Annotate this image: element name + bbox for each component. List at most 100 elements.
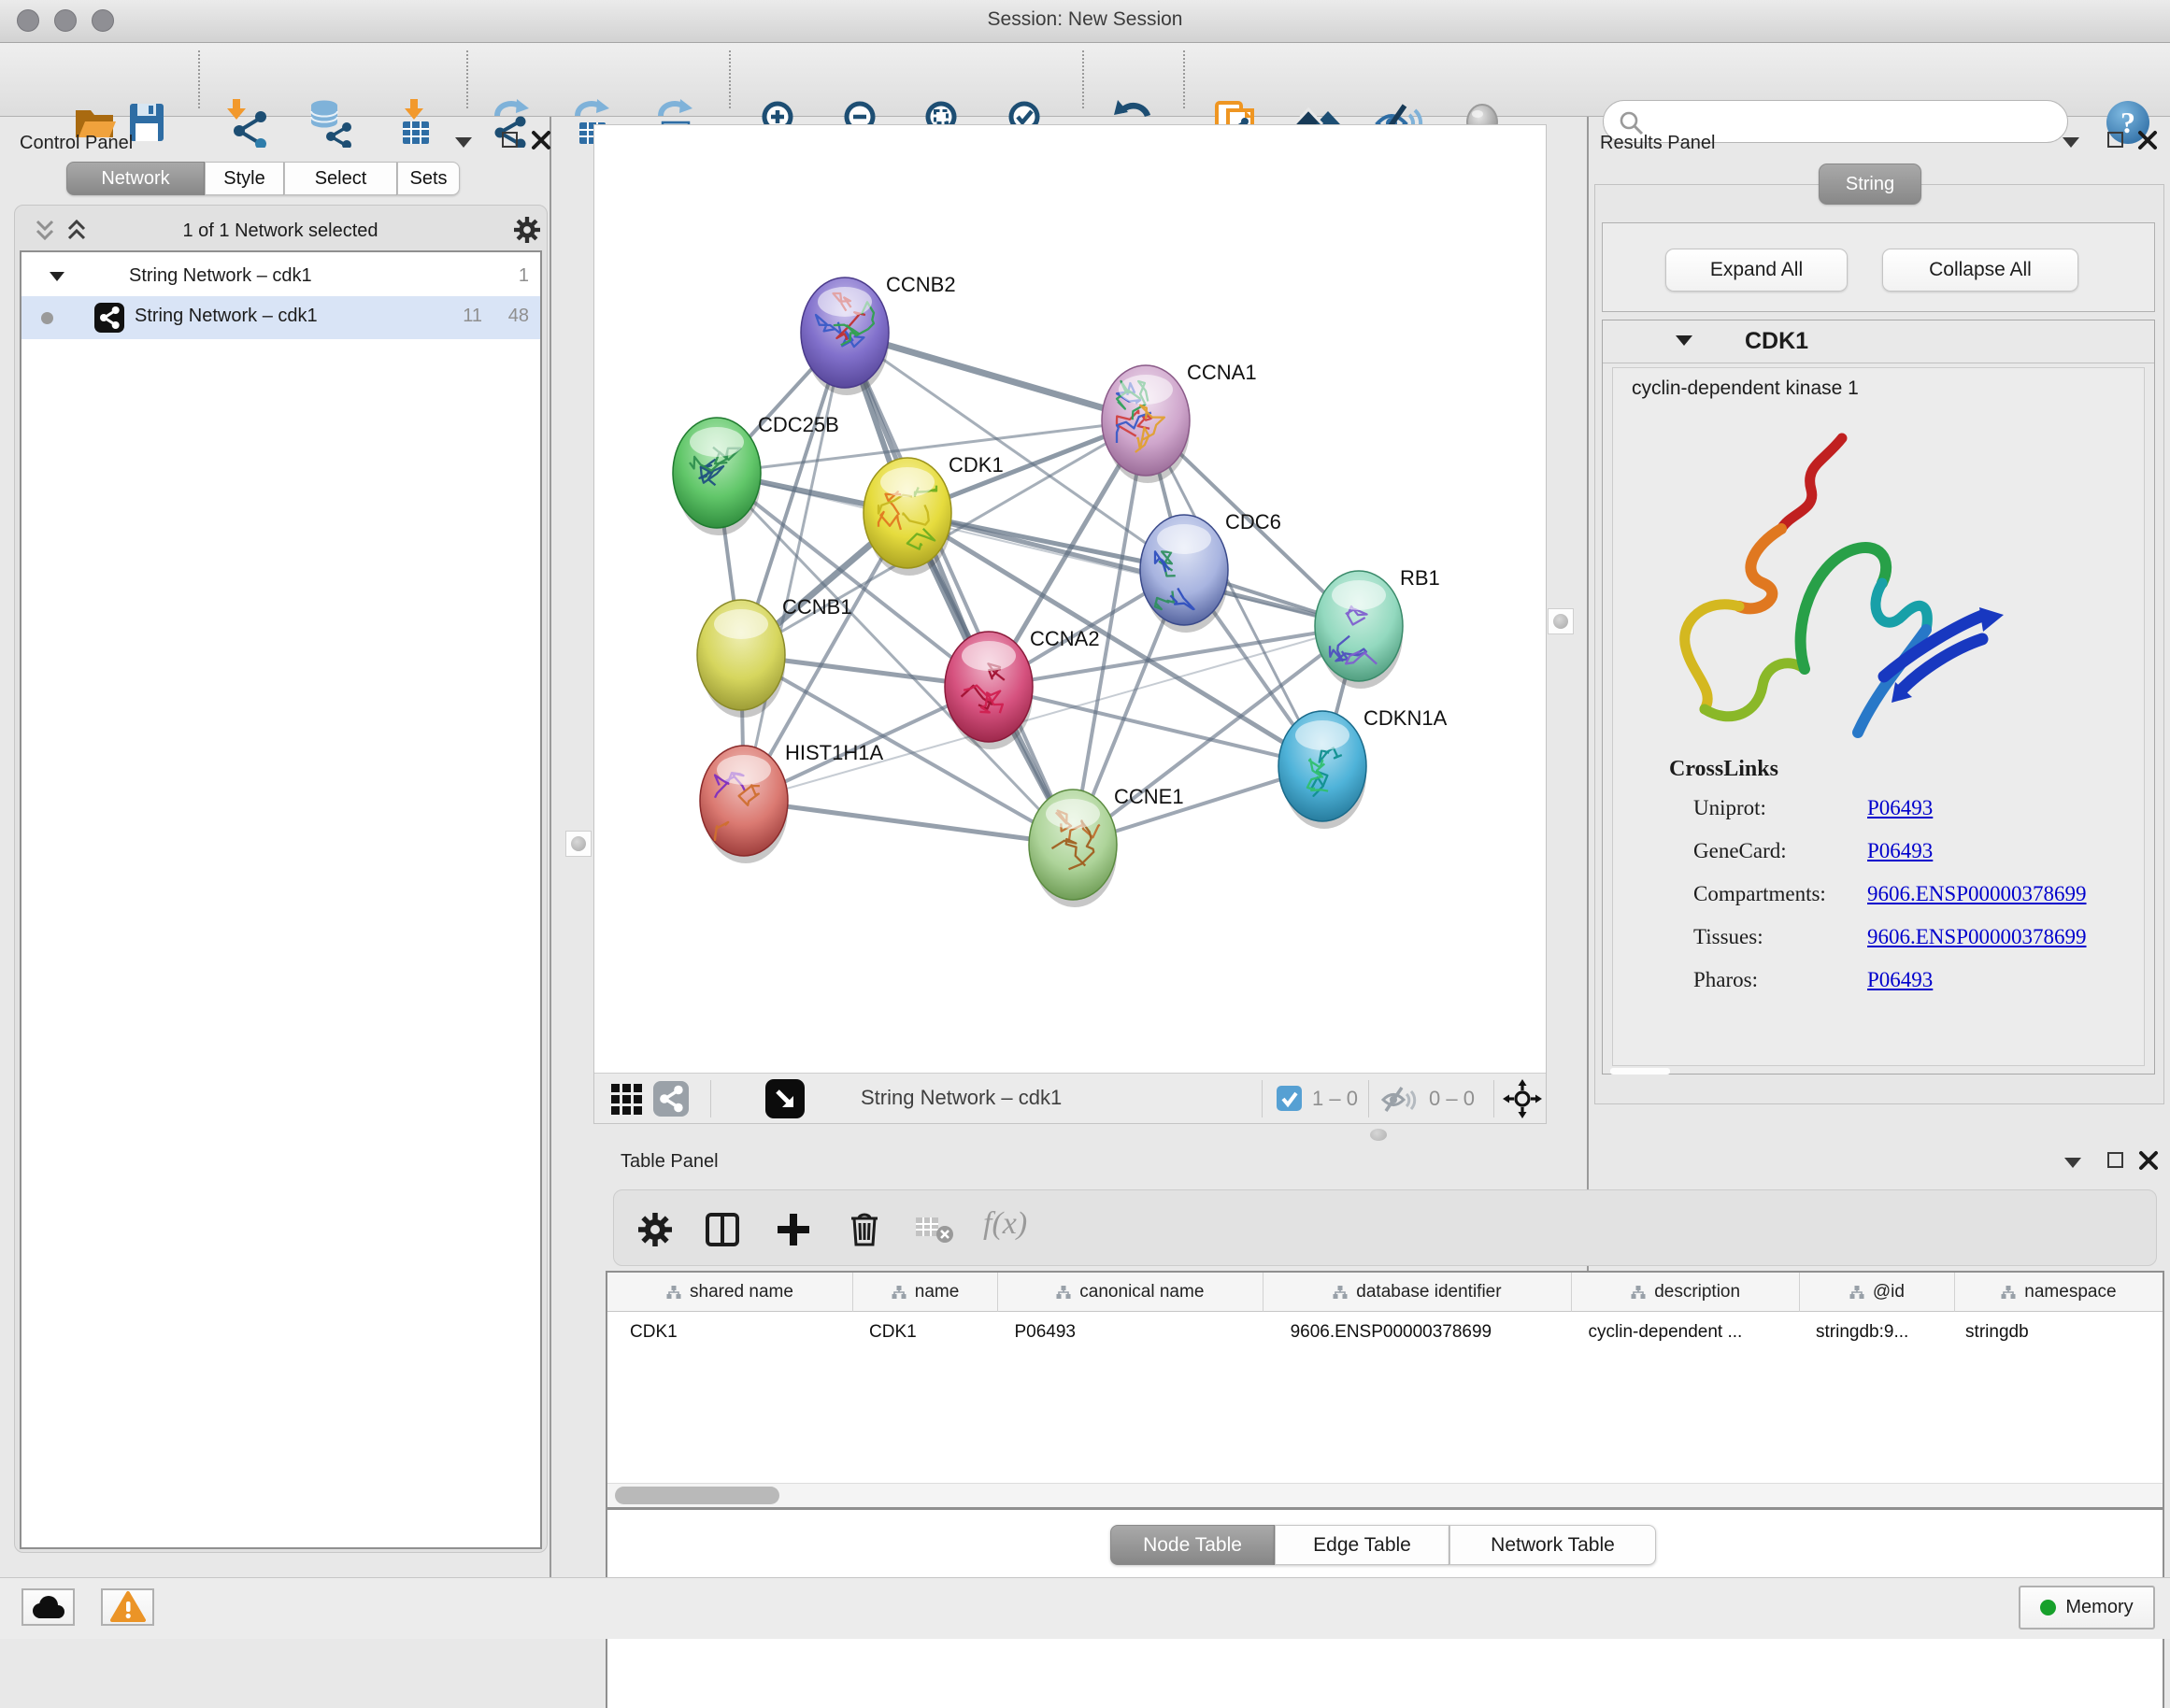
expand-collapse-box: Expand All Collapse All — [1602, 222, 2155, 312]
network-node-CCNE1[interactable] — [1029, 790, 1117, 907]
detach-view-icon[interactable] — [765, 1079, 805, 1118]
panel-float-icon[interactable] — [2107, 1152, 2123, 1168]
column-type-icon — [666, 1285, 681, 1300]
tab-edge-table[interactable]: Edge Table — [1275, 1525, 1449, 1565]
warning-status-button[interactable] — [101, 1588, 154, 1626]
column-header[interactable]: name — [852, 1273, 997, 1312]
tab-style[interactable]: Style — [205, 162, 284, 195]
netbar-separator — [1368, 1080, 1369, 1117]
panel-menu-icon[interactable] — [2064, 1158, 2081, 1168]
panel-menu-icon[interactable] — [2063, 137, 2079, 148]
table-toolbar: f(x) — [613, 1189, 2157, 1266]
tab-node-table[interactable]: Node Table — [1110, 1525, 1275, 1565]
network-node-CDK1[interactable] — [864, 458, 951, 576]
grid-view-icon[interactable] — [610, 1083, 644, 1117]
splitter-collapse-right[interactable] — [1548, 608, 1574, 634]
tab-string[interactable]: String — [1819, 164, 1921, 205]
tab-network-table[interactable]: Network Table — [1449, 1525, 1656, 1565]
tree-expander-icon[interactable] — [50, 272, 64, 281]
collection-count: 1 — [519, 265, 529, 287]
network-node-CCNB1[interactable] — [697, 600, 785, 718]
crosslink-compartments[interactable]: 9606.ENSP00000378699 — [1867, 882, 2087, 906]
hidden-count: 0 – 0 — [1429, 1087, 1475, 1111]
panel-close-icon[interactable] — [531, 130, 551, 150]
panel-close-icon[interactable] — [2137, 130, 2158, 150]
column-header[interactable]: canonical name — [997, 1273, 1262, 1312]
network-node-CCNB2[interactable] — [801, 278, 889, 395]
network-node-RB1[interactable] — [1315, 571, 1403, 689]
column-type-icon — [1333, 1285, 1348, 1300]
tab-network[interactable]: Network — [66, 162, 205, 195]
network-node-HIST1H1A[interactable] — [700, 746, 788, 863]
gear-icon[interactable] — [638, 1213, 672, 1246]
node-label-RB1: RB1 — [1400, 566, 1440, 590]
crosslink-label: Tissues: — [1693, 925, 1763, 949]
results-panel: Results Panel String Expand All Collapse… — [1591, 117, 2170, 1126]
results-hscrollbar[interactable] — [1610, 1068, 1670, 1075]
share-view-icon[interactable] — [653, 1081, 689, 1117]
column-header[interactable]: description — [1571, 1273, 1799, 1312]
expand-all-icon[interactable] — [65, 220, 88, 242]
network-node-CDC25B[interactable] — [673, 418, 761, 535]
network-status-dot-icon — [41, 312, 53, 324]
panel-float-icon[interactable] — [2107, 132, 2123, 148]
table-hscrollbar-track[interactable] — [607, 1483, 2163, 1507]
string-network-icon — [94, 303, 124, 333]
network-edge-count: 48 — [508, 306, 529, 327]
table-row[interactable]: CDK1 CDK1 P06493 9606.ENSP00000378699 cy… — [607, 1312, 2163, 1353]
table-bottom-border — [606, 1507, 2164, 1510]
crosslink-pharos[interactable]: P06493 — [1867, 968, 1933, 992]
hidden-eye-icon[interactable] — [1381, 1085, 1419, 1115]
splitter-collapse-left[interactable] — [565, 831, 592, 857]
section-expander-icon[interactable] — [1676, 335, 1692, 346]
tab-select[interactable]: Select — [284, 162, 397, 195]
network-node-CCNA1[interactable] — [1102, 365, 1190, 483]
column-header[interactable]: namespace — [1954, 1273, 2163, 1312]
show-columns-icon[interactable] — [704, 1211, 741, 1248]
node-label-CDC6: CDC6 — [1225, 510, 1281, 534]
node-label-CCNE1: CCNE1 — [1114, 785, 1184, 808]
gene-section: CDK1 cyclin-dependent kinase 1 — [1602, 320, 2155, 1075]
collapse-all-icon[interactable] — [34, 220, 56, 242]
column-header[interactable]: shared name — [607, 1273, 852, 1312]
selected-count: 1 – 0 — [1312, 1087, 1358, 1111]
panel-float-icon[interactable] — [502, 132, 518, 148]
network-node-CCNA2[interactable] — [945, 632, 1033, 749]
crosslink-label: Uniprot: — [1693, 796, 1766, 820]
column-header[interactable]: database identifier — [1263, 1273, 1572, 1312]
column-header[interactable]: @id — [1799, 1273, 1954, 1312]
gene-section-header[interactable]: CDK1 — [1603, 320, 2154, 363]
network-view-title: String Network – cdk1 — [861, 1086, 1062, 1110]
network-tree-root-row[interactable]: String Network – cdk1 1 — [21, 260, 540, 293]
gene-card: cyclin-dependent kinase 1 CrossLinks — [1612, 367, 2145, 1066]
collapse-all-button[interactable]: Collapse All — [1882, 249, 2078, 292]
memory-button[interactable]: Memory — [2019, 1586, 2155, 1630]
toolbar-separator — [1183, 50, 1185, 108]
node-label-HIST1H1A: HIST1H1A — [785, 741, 883, 764]
network-tree-child-row[interactable]: String Network – cdk1 11 48 — [21, 296, 540, 339]
cloud-status-button[interactable] — [21, 1588, 75, 1626]
gear-icon[interactable] — [514, 217, 540, 243]
expand-all-button[interactable]: Expand All — [1665, 249, 1848, 292]
table-hscrollbar-thumb[interactable] — [615, 1487, 779, 1504]
crosslink-tissues[interactable]: 9606.ENSP00000378699 — [1867, 925, 2087, 949]
tab-sets[interactable]: Sets — [397, 162, 460, 195]
crosslink-genecard[interactable]: P06493 — [1867, 839, 1933, 863]
crosslink-uniprot[interactable]: P06493 — [1867, 796, 1933, 820]
gene-symbol: CDK1 — [1745, 328, 1808, 355]
network-node-CDKN1A[interactable] — [1278, 711, 1366, 829]
column-type-icon — [892, 1285, 907, 1300]
panel-menu-icon[interactable] — [455, 137, 472, 148]
create-column-icon[interactable] — [775, 1211, 812, 1248]
main-toolbar: ? — [0, 43, 2170, 117]
table-panel: Table Panel f(x) shared name name canoni… — [606, 1133, 2170, 1577]
delete-table-icon — [915, 1215, 954, 1245]
network-canvas[interactable]: CCNB2CCNA1CDC25BCDK1CDC6RB1CCNB1CCNA2CDK… — [594, 125, 1546, 1073]
gene-description: cyclin-dependent kinase 1 — [1632, 377, 1859, 400]
delete-column-icon[interactable] — [846, 1209, 883, 1248]
selected-nodes-checkbox[interactable] — [1277, 1086, 1302, 1111]
network-node-CDC6[interactable] — [1140, 515, 1228, 633]
birdseye-navigator-icon[interactable] — [1503, 1079, 1542, 1118]
panel-close-icon[interactable] — [2138, 1150, 2159, 1171]
status-bar: Memory — [0, 1577, 2170, 1639]
